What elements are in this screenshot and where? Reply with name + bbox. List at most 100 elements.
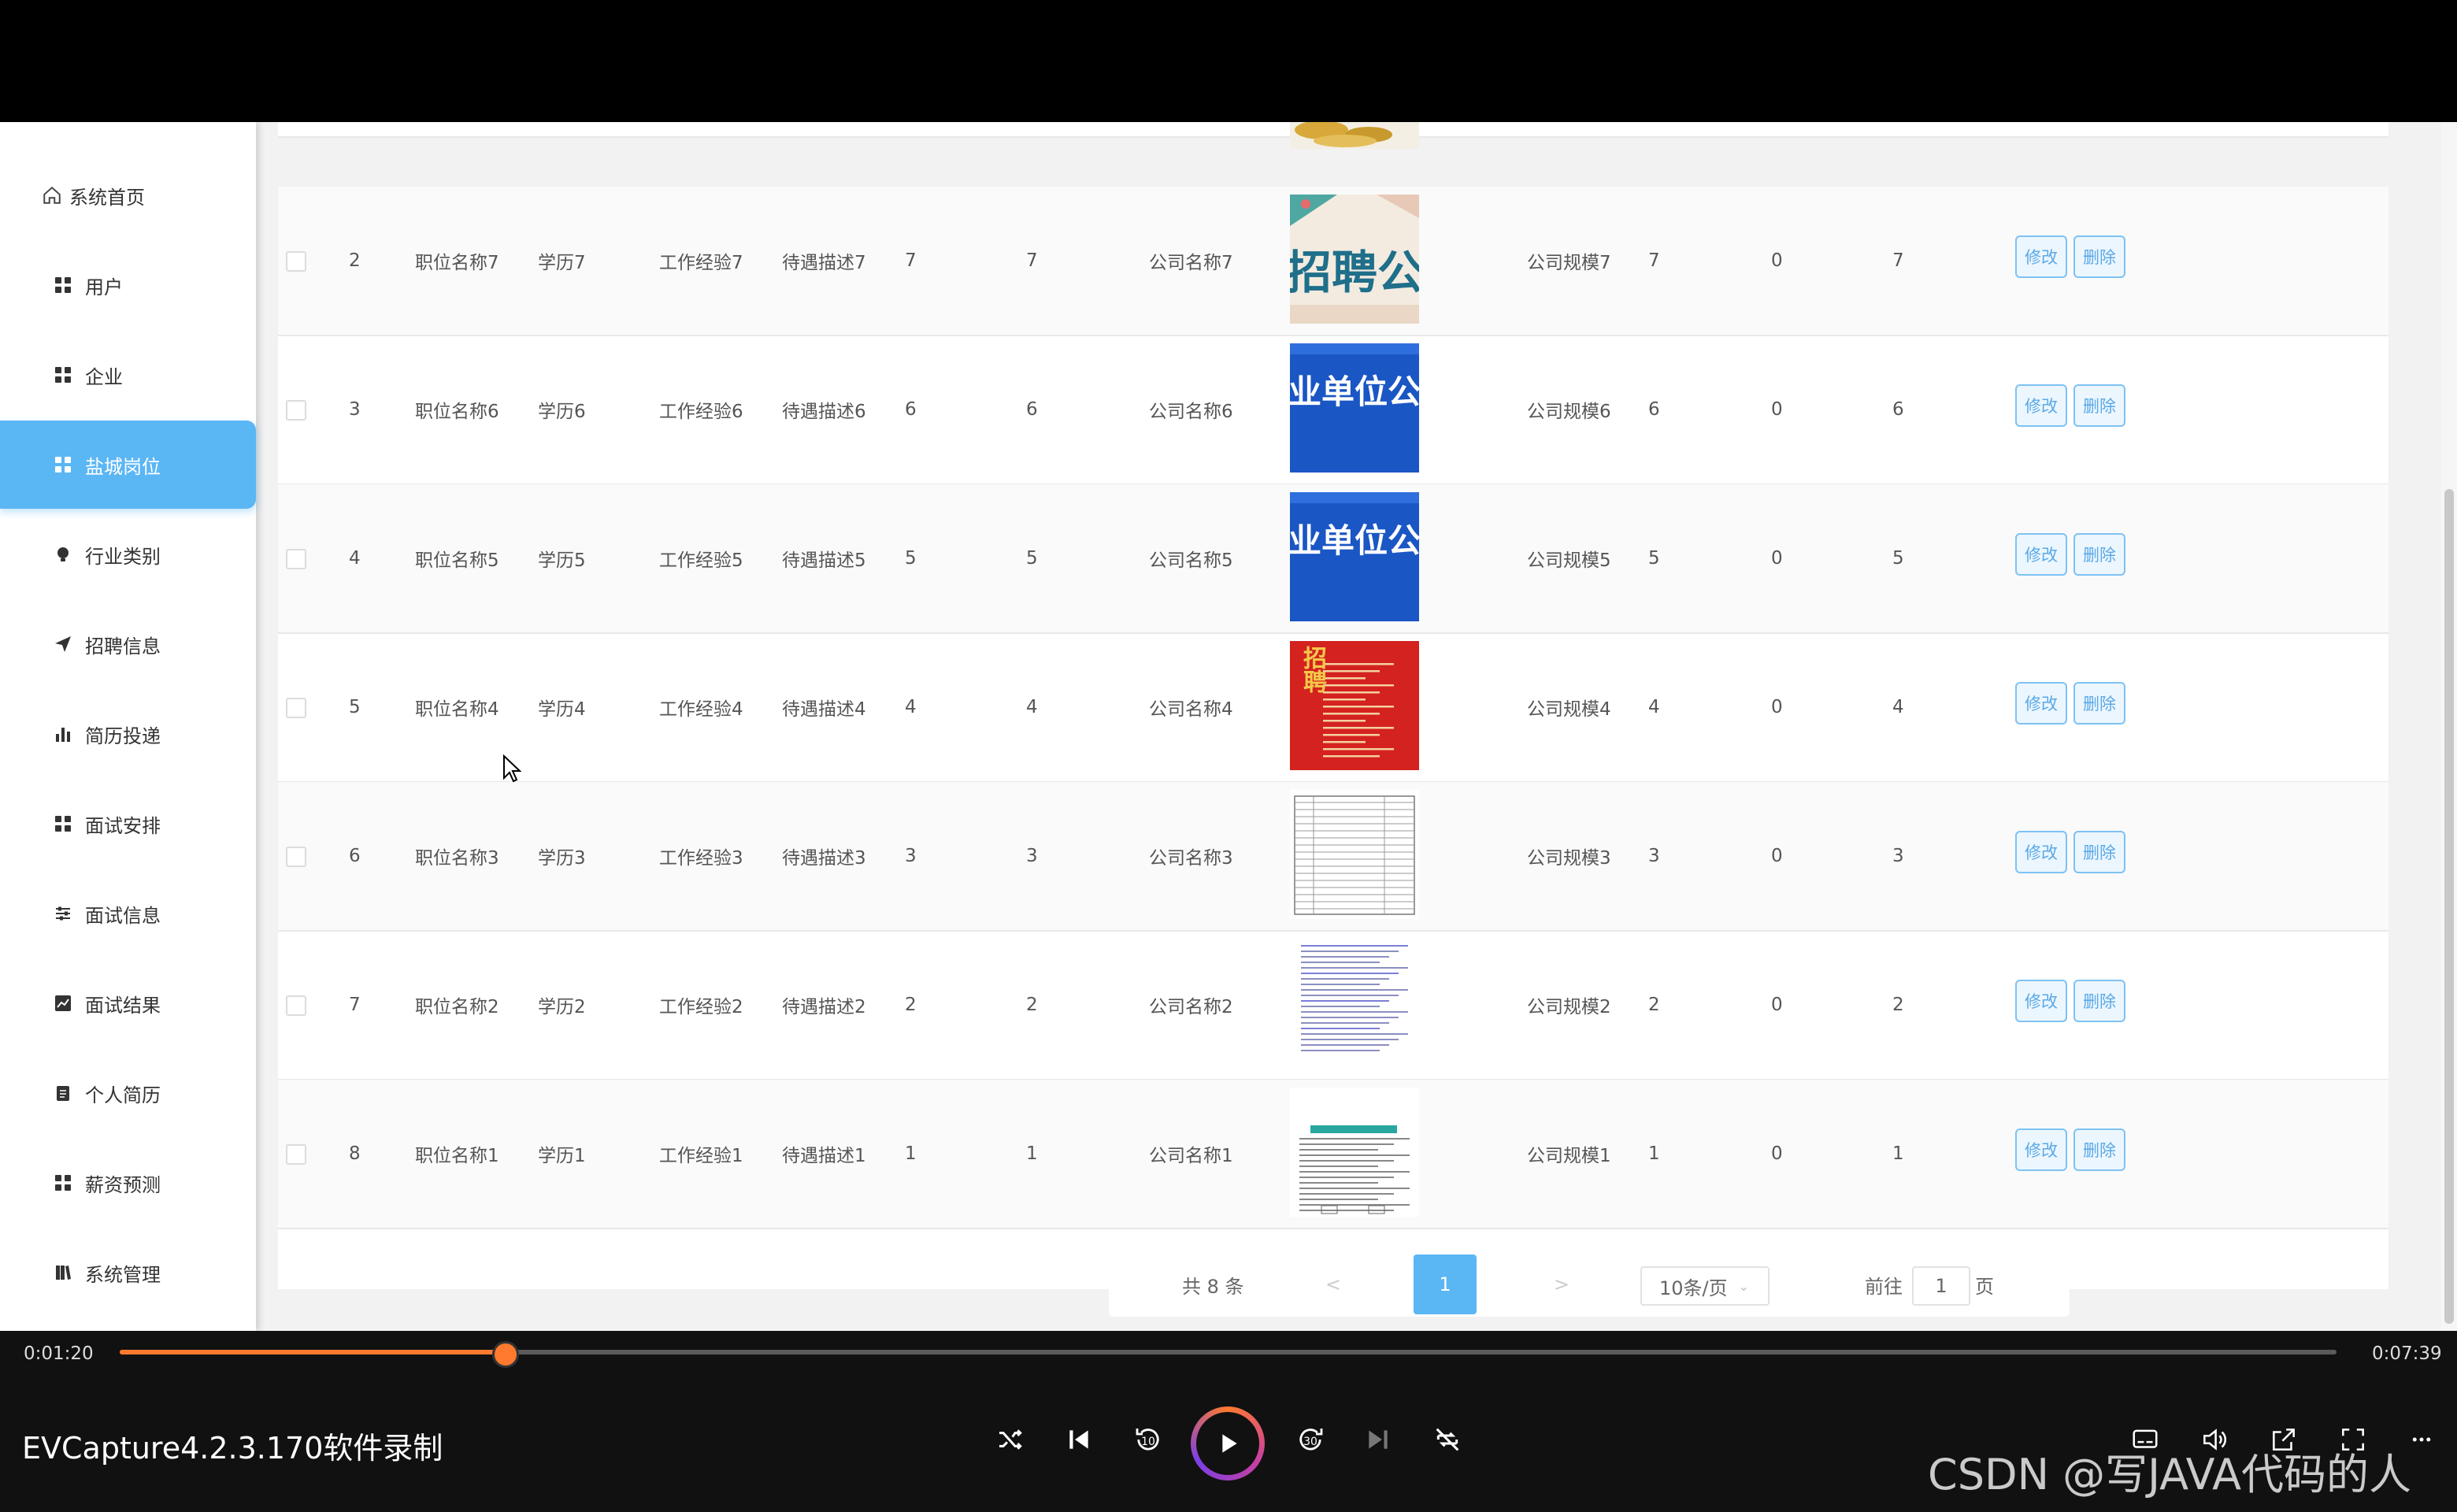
more-icon (2412, 1437, 2431, 1442)
rewind-10-button[interactable]: 10 (1126, 1418, 1170, 1462)
row-index: 3 (349, 399, 361, 420)
admin-app: 系统首页用户企业盐城岗位 行业类别招聘信息简历投递面试安排面试信息面试结果个人简历… (0, 122, 2457, 1331)
sidebar-item-label: 招聘信息 (85, 635, 161, 658)
sliders-icon (52, 902, 74, 925)
delete-button[interactable]: 删除 (2073, 1128, 2125, 1171)
delete-button[interactable]: 删除 (2073, 235, 2125, 278)
shuffle-button[interactable] (989, 1418, 1033, 1462)
sidebar-item-label: 企业 (85, 365, 123, 388)
row-checkbox[interactable] (286, 251, 306, 272)
sidebar-item-1[interactable]: 用户 (0, 241, 256, 329)
job-title: 职位名称6 (415, 402, 499, 422)
skip-next-icon (1369, 1430, 1388, 1449)
row-checkbox[interactable] (286, 400, 306, 421)
benefit-desc: 待遇描述2 (782, 997, 866, 1017)
benefit-desc: 待遇描述3 (782, 848, 866, 869)
edit-button[interactable]: 修改 (2015, 980, 2067, 1022)
play-button-inner (1196, 1412, 1259, 1475)
row-checkbox[interactable] (286, 1144, 306, 1165)
sidebar-item-11[interactable]: 薪资预测 (0, 1139, 256, 1227)
progress-knob[interactable] (491, 1341, 519, 1368)
play-button[interactable] (1191, 1406, 1265, 1480)
sidebar-item-label: 系统首页 (69, 186, 145, 209)
sidebar-item-label: 面试结果 (85, 994, 161, 1017)
benefit-desc: 待遇描述5 (782, 550, 866, 571)
forward-30-button[interactable]: 30 (1288, 1418, 1332, 1462)
edit-button[interactable]: 修改 (2015, 831, 2067, 873)
row-thumbnail (1290, 1088, 1419, 1217)
grid-icon (52, 1172, 74, 1194)
paper-plane-icon (52, 633, 74, 655)
play-icon (1222, 1434, 1237, 1453)
page-size-select[interactable]: 10条/页 ⌄ (1640, 1266, 1770, 1306)
delete-button[interactable]: 删除 (2073, 831, 2125, 873)
value-3: 6 (1648, 399, 1660, 420)
experience: 工作经验1 (659, 1146, 743, 1166)
previous-button[interactable] (1057, 1418, 1101, 1462)
row-checkbox[interactable] (286, 549, 306, 569)
next-button[interactable] (1356, 1418, 1400, 1462)
scrollbar-thumb[interactable] (2444, 489, 2454, 1324)
table-row: 3 职位名称6 学历6 工作经验6 待遇描述6 6 6 公司名称6 公司规模6 6 0 6 业单位公 修改… (278, 335, 2388, 485)
value-1: 3 (905, 846, 917, 866)
sidebar-item-6[interactable]: 简历投递 (0, 690, 256, 778)
sidebar-item-2[interactable]: 企业 (0, 331, 256, 419)
vertical-scrollbar[interactable] (2441, 122, 2457, 1331)
experience: 工作经验7 (659, 253, 743, 273)
goto-page-input[interactable]: 1 (1912, 1266, 1970, 1306)
sidebar-item-label: 用户 (85, 276, 123, 298)
value-5: 2 (1892, 995, 1904, 1015)
edit-button[interactable]: 修改 (2015, 384, 2067, 427)
sidebar-item-10[interactable]: 个人简历 (0, 1049, 256, 1137)
edit-button[interactable]: 修改 (2015, 682, 2067, 724)
pagination-total: 共 8 条 (1182, 1275, 1244, 1298)
sidebar-item-12[interactable]: 系统管理 (0, 1228, 256, 1317)
repeat-off-icon (1436, 1428, 1459, 1451)
delete-button[interactable]: 删除 (2073, 533, 2125, 576)
next-page-button[interactable]: > (1554, 1252, 1569, 1317)
row-thumbnail: 业单位公 (1290, 492, 1419, 621)
row-checkbox[interactable] (286, 847, 306, 867)
edit-button[interactable]: 修改 (2015, 235, 2067, 278)
grid-icon (52, 274, 74, 296)
edit-button[interactable]: 修改 (2015, 533, 2067, 576)
progress-track[interactable] (120, 1341, 2337, 1368)
sidebar-item-8[interactable]: 面试信息 (0, 869, 256, 958)
value-5: 5 (1892, 548, 1904, 569)
data-table: 2 职位名称7 学历7 工作经验7 待遇描述7 7 7 公司名称7 公司规模7 7 0 7 招聘公 修改删… (278, 187, 2388, 1289)
delete-button[interactable]: 删除 (2073, 682, 2125, 724)
rewind-10-icon: 10 (1136, 1429, 1159, 1451)
lightbulb-icon (52, 543, 74, 565)
sidebar-item-5[interactable]: 招聘信息 (0, 600, 256, 688)
loop-button[interactable] (1425, 1418, 1469, 1462)
sidebar-item-0[interactable]: 系统首页 (0, 151, 256, 239)
experience: 工作经验4 (659, 699, 743, 720)
row-checkbox[interactable] (286, 995, 306, 1016)
delete-button[interactable]: 删除 (2073, 980, 2125, 1022)
company-scale: 公司规模3 (1527, 848, 1611, 869)
sidebar-item-7[interactable]: 面试安排 (0, 780, 256, 868)
sidebar-item-4[interactable]: 行业类别 (0, 510, 256, 598)
sidebar-item-label: 系统管理 (85, 1263, 161, 1286)
company-scale: 公司规模7 (1527, 253, 1611, 273)
job-title: 职位名称1 (415, 1146, 499, 1166)
grid-icon (52, 813, 74, 835)
sidebar-item-label: 面试信息 (85, 904, 161, 927)
prev-page-button[interactable]: < (1325, 1252, 1341, 1317)
value-2: 5 (1026, 548, 1038, 569)
benefit-desc: 待遇描述6 (782, 402, 866, 422)
experience: 工作经验2 (659, 997, 743, 1017)
delete-button[interactable]: 删除 (2073, 384, 2125, 427)
page-1-button[interactable]: 1 (1414, 1254, 1477, 1314)
experience: 工作经验6 (659, 402, 743, 422)
sidebar: 系统首页用户企业盐城岗位 行业类别招聘信息简历投递面试安排面试信息面试结果个人简历… (0, 122, 256, 1331)
sidebar-item-3[interactable]: 盐城岗位 (0, 421, 256, 509)
value-2: 6 (1026, 399, 1038, 420)
value-3: 1 (1648, 1143, 1660, 1164)
sidebar-item-label: 面试安排 (85, 814, 161, 837)
edit-button[interactable]: 修改 (2015, 1128, 2067, 1171)
sidebar-item-9[interactable]: 面试结果 (0, 959, 256, 1047)
row-checkbox[interactable] (286, 698, 306, 718)
company-scale: 公司规模1 (1527, 1146, 1611, 1166)
company-name: 公司名称2 (1149, 997, 1233, 1017)
